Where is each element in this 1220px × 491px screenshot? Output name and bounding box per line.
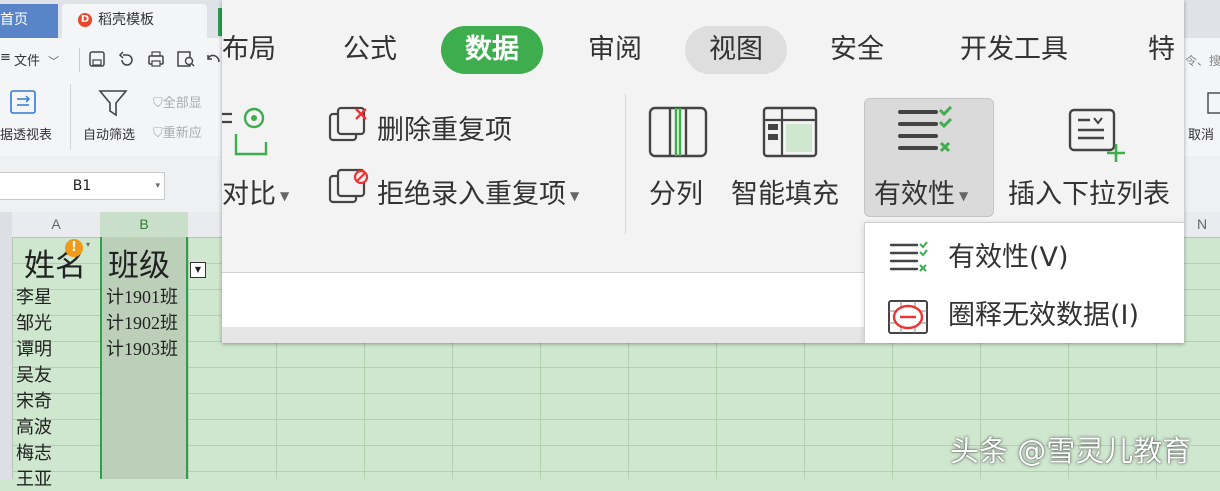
- class-cell[interactable]: 计1902班: [106, 309, 178, 335]
- validity-small-icon: [889, 241, 929, 275]
- file-menu[interactable]: 文件 ﹀: [14, 50, 59, 69]
- reapply-label: 重新应: [162, 126, 202, 141]
- tab-data[interactable]: 数据: [441, 26, 543, 74]
- column-header-n[interactable]: N: [1184, 212, 1220, 237]
- name-cell[interactable]: 邹光: [16, 309, 52, 335]
- smart-fill-label[interactable]: 智能填充: [731, 172, 839, 211]
- search-hint[interactable]: 令、搜: [1185, 52, 1220, 69]
- menu-item-validity[interactable]: 有效性(V): [865, 231, 1184, 285]
- name-cell[interactable]: 谭明: [16, 335, 52, 361]
- smart-fill-icon[interactable]: [762, 106, 818, 158]
- compare-label: 对比: [222, 179, 276, 210]
- zoomed-ribbon-callout: 布局 公式 数据 审阅 视图 安全 开发工具 特 对比 ▼ 删除重复项 拒绝录入重…: [222, 0, 1184, 343]
- insert-dropdown-icon[interactable]: [1068, 108, 1128, 162]
- print-icon[interactable]: [146, 50, 166, 68]
- tab-docer-templates[interactable]: D 稻壳模板: [62, 4, 207, 38]
- funnel-small-icon: ⛉: [153, 96, 163, 111]
- name-cell[interactable]: 梅志: [16, 439, 52, 465]
- name-cell[interactable]: 吴友: [16, 361, 52, 387]
- remove-duplicates-label[interactable]: 删除重复项: [377, 108, 512, 147]
- name-cell[interactable]: 高波: [16, 413, 52, 439]
- warning-icon[interactable]: !: [65, 239, 83, 257]
- filter-funnel-icon[interactable]: [98, 88, 128, 118]
- menu-icon[interactable]: ≡: [0, 50, 11, 65]
- column-header-a[interactable]: A: [12, 212, 100, 237]
- tab-review[interactable]: 审阅: [588, 26, 642, 74]
- pivot-table-icon[interactable]: [10, 90, 36, 114]
- tab-security[interactable]: 安全: [830, 26, 884, 74]
- split-columns-icon[interactable]: [648, 106, 708, 158]
- reject-duplicates-button[interactable]: 拒绝录入重复项 ▼: [377, 172, 579, 211]
- tab-template-label: 稻壳模板: [98, 12, 154, 28]
- show-all-label: 全部显: [162, 96, 202, 111]
- save-icon[interactable]: [88, 50, 106, 68]
- undo-history-icon[interactable]: [118, 50, 136, 68]
- watermark-text: 头条 @雪灵儿教育: [950, 434, 1192, 468]
- chevron-down-icon: ﹀: [48, 55, 60, 68]
- show-all-button[interactable]: ⛉全部显: [153, 92, 202, 111]
- tab-home[interactable]: 首页: [0, 4, 58, 38]
- name-box-value: B1: [72, 178, 92, 194]
- pivot-table-label: 据透视表: [0, 128, 53, 143]
- reject-duplicates-label: 拒绝录入重复项: [377, 179, 566, 210]
- cell-dropdown-button[interactable]: ▼: [190, 262, 206, 278]
- name-cell[interactable]: 宋奇: [16, 387, 52, 413]
- menu-item-circle-invalid-label: 圈释无效数据(I): [948, 300, 1140, 331]
- validity-dropdown-menu: 有效性(V) 圈释无效数据(I): [864, 222, 1184, 343]
- validity-icon[interactable]: [896, 106, 954, 158]
- reject-duplicates-icon[interactable]: [328, 168, 370, 206]
- validity-label: 有效性: [874, 179, 955, 210]
- compare-icon[interactable]: [222, 104, 268, 158]
- undo-icon[interactable]: [205, 50, 221, 68]
- tab-home-label: 首页: [0, 12, 28, 28]
- funnel-refresh-icon: ⛉: [153, 126, 163, 141]
- cancel-label[interactable]: 取消: [1188, 124, 1214, 143]
- autofilter-label[interactable]: 自动筛选: [83, 124, 135, 143]
- circle-invalid-icon: [887, 299, 929, 335]
- chevron-down-icon: ▼: [959, 188, 969, 203]
- split-columns-label[interactable]: 分列: [649, 172, 703, 211]
- tab-developer[interactable]: 开发工具: [960, 26, 1068, 74]
- chevron-down-icon: ▾: [86, 240, 91, 249]
- column-header-b[interactable]: B: [100, 212, 188, 237]
- class-cell[interactable]: 计1901班: [106, 283, 178, 309]
- file-menu-label: 文件: [14, 54, 41, 69]
- cancel-icon[interactable]: [1207, 92, 1220, 114]
- name-cell[interactable]: 王亚: [16, 465, 52, 491]
- docer-logo-icon: D: [78, 13, 92, 27]
- tab-layout[interactable]: 布局: [222, 26, 276, 74]
- ribbon-divider: [70, 84, 71, 150]
- tab-formulas[interactable]: 公式: [343, 26, 397, 74]
- tab-special[interactable]: 特: [1148, 26, 1175, 74]
- row-header-strip: [0, 237, 13, 479]
- print-preview-icon[interactable]: [176, 50, 196, 68]
- name-cell[interactable]: 李星: [16, 283, 52, 309]
- chevron-down-icon[interactable]: ▾: [155, 173, 160, 199]
- select-all-corner[interactable]: [0, 212, 12, 237]
- menu-item-validity-label: 有效性(V): [948, 242, 1069, 273]
- validity-dropdown-toggle[interactable]: 有效性 ▼: [874, 172, 968, 211]
- remove-duplicates-icon[interactable]: [328, 106, 370, 144]
- insert-dropdown-label[interactable]: 插入下拉列表: [1008, 172, 1170, 211]
- menu-item-circle-invalid[interactable]: 圈释无效数据(I): [865, 289, 1184, 343]
- ribbon-group-divider: [625, 94, 626, 234]
- chevron-down-icon: ▼: [280, 188, 290, 203]
- name-box[interactable]: B1 ▾: [0, 172, 165, 200]
- toolbar-divider: [79, 48, 80, 72]
- class-cell[interactable]: 计1903班: [106, 335, 178, 361]
- reapply-button[interactable]: ⛉重新应: [153, 122, 202, 141]
- chevron-down-icon: ▼: [570, 188, 580, 203]
- header-cell-class[interactable]: 班级: [108, 240, 170, 285]
- compare-button[interactable]: 对比 ▼: [222, 172, 289, 211]
- tab-view[interactable]: 视图: [685, 26, 787, 74]
